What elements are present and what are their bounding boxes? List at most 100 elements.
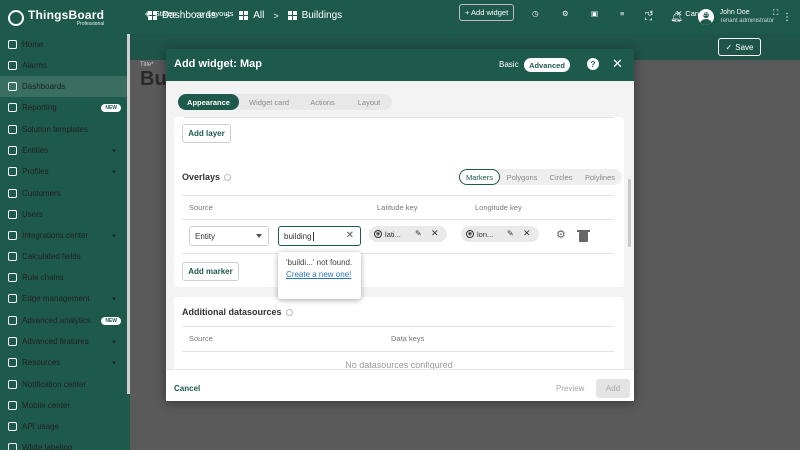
dialog-header: Add widget: Map Basic Advanced ? ✕ [166,49,634,81]
integrations-center-icon [8,231,17,240]
cancel-button[interactable]: Cancel [174,384,200,393]
delete-icon[interactable] [577,230,590,242]
sidebar-item-white-labeling[interactable]: White labeling [0,437,127,450]
source-type-select[interactable]: Entity [189,226,269,246]
customers-icon [8,189,17,198]
chevron-down-icon[interactable]: ▾ [109,295,119,303]
sidebar-item-label: Advanced features [22,337,89,346]
cancel-edit-button[interactable]: ✕ Cancel [676,6,709,20]
create-new-link[interactable]: Create a new one! [286,270,351,279]
overlay-type-markers[interactable]: Markers [459,169,500,185]
longitude-key-chip[interactable]: ◉ lon... ✎ ✕ [461,226,539,242]
sidebar-item-label: Edge management [22,294,90,303]
tab-widget-card[interactable]: Widget card [239,94,299,110]
sidebar-item-solution-templates[interactable]: Solution templates [0,119,127,140]
dashboard-icon [239,11,249,20]
info-icon[interactable] [285,308,293,316]
remove-icon[interactable]: ✕ [523,228,531,239]
user-info[interactable]: John Doe Tenant administrator [720,9,774,25]
sidebar-item-api-usage[interactable]: API usage [0,416,127,437]
time-history-icon[interactable]: ↺ [647,6,653,20]
tab-appearance[interactable]: Appearance [178,94,239,110]
tab-layout[interactable]: Layout [346,94,392,110]
sidebar-item-reporting[interactable]: Reporting NEW [0,97,127,118]
overlay-type-polygons[interactable]: Polygons [500,169,544,185]
close-icon[interactable]: ✕ [612,56,623,72]
sidebar-item-mobile-center[interactable]: Mobile center [0,395,127,416]
sidebar-item-label: API usage [22,422,59,431]
sidebar-item-alarms[interactable]: Alarms [0,55,127,76]
chevron-down-icon[interactable]: ▾ [109,147,119,155]
mode-basic-toggle[interactable]: Basic [499,60,519,69]
save-button[interactable]: ✓ Save [718,38,761,56]
info-icon[interactable] [224,173,232,181]
breadcrumb: Dashboards > All > Buildings [148,10,342,21]
sidebar-item-rule-chains[interactable]: Rule chains [0,267,127,288]
settings-icon[interactable]: ⚙ [562,6,569,20]
col-latitude-key: Latitude key [377,203,418,212]
chevron-down-icon[interactable]: ▾ [109,359,119,367]
sidebar-item-calculated-fields[interactable]: Calculated fields [0,246,127,267]
not-found-text: 'buildi...' not found. [286,258,353,267]
chevron-down-icon[interactable]: ▾ [109,232,119,240]
overlay-type-toggle: Markers Polygons Circles Polylines [459,169,622,185]
sidebar-item-resources[interactable]: Resources ▾ [0,352,127,373]
mobile-center-icon [8,401,17,410]
edit-icon[interactable]: ✎ [415,229,422,238]
sidebar-item-label: Home [22,40,44,49]
white-labeling-icon [8,443,17,450]
tab-actions[interactable]: Actions [299,94,346,110]
sidebar-item-advanced-features[interactable]: Advanced features ▾ [0,331,127,352]
breadcrumb-buildings[interactable]: Buildings [287,10,342,21]
sidebar-item-edge-management[interactable]: Edge management ▾ [0,288,127,309]
sidebar-item-home[interactable]: Home [0,34,127,55]
chevron-down-icon[interactable]: ▾ [109,338,119,346]
overlay-type-polylines[interactable]: Polylines [578,169,622,185]
sidebar-item-customers[interactable]: Customers [0,183,127,204]
preview-button[interactable]: Preview [556,384,584,393]
col-source: Source [189,334,213,343]
clear-icon[interactable]: ✕ [346,230,354,241]
expand-icon[interactable]: ⛶ [773,6,778,20]
more-vert-icon[interactable]: ⋮ [782,12,792,23]
logo-icon [8,10,24,26]
remove-icon[interactable]: ✕ [431,228,439,239]
add-button[interactable]: Add [596,379,630,398]
marker-settings-icon[interactable]: ⚙ [556,228,566,241]
sidebar-item-entities[interactable]: Entities ▾ [0,140,127,161]
add-layer-button[interactable]: Add layer [182,124,231,143]
solution-templates-icon [8,125,17,134]
help-icon[interactable]: ? [587,58,599,70]
sidebar-item-notification-center[interactable]: Notification center [0,374,127,395]
overlay-type-circles[interactable]: Circles [544,169,578,185]
close-icon: ✕ [676,8,683,18]
chevron-down-icon[interactable]: ▾ [109,168,119,176]
logo[interactable]: ThingsBoard Professional [8,6,130,30]
breadcrumb-separator-icon: > [273,10,279,21]
layouts-button[interactable]: ▭ Layouts [196,6,233,20]
col-source: Source [189,203,213,212]
logo-sub: Professional [76,21,105,27]
states-button[interactable]: ◈ States [145,6,176,20]
latitude-key-chip[interactable]: ◉ lati... ✎ ✕ [369,226,447,242]
filter-icon[interactable]: ≡ [620,6,624,20]
sidebar-item-integrations-center[interactable]: Integrations center ▾ [0,225,127,246]
entity-input[interactable]: building ✕ [278,226,361,246]
sidebar-item-label: Profiles [22,167,49,176]
sidebar-item-profiles[interactable]: Profiles ▾ [0,161,127,182]
add-marker-button[interactable]: Add marker [182,262,239,281]
dialog-scrollbar[interactable] [627,81,632,369]
mode-advanced-toggle[interactable]: Advanced [524,58,570,72]
sidebar-item-dashboards[interactable]: Dashboards [0,76,127,97]
resources-icon [8,358,17,367]
users-icon [8,210,17,219]
edge-management-icon [8,294,17,303]
sidebar-item-users[interactable]: Users [0,204,127,225]
history-icon[interactable]: ◷ [532,6,539,20]
add-widget-button[interactable]: + Add widget [459,4,515,21]
new-badge: NEW [101,103,121,112]
breadcrumb-all[interactable]: All [239,10,264,21]
sidebar-item-advanced-analytics[interactable]: Advanced analytics NEW [0,310,127,331]
edit-icon[interactable]: ✎ [507,229,514,238]
image-icon[interactable]: ▣ [591,6,598,20]
